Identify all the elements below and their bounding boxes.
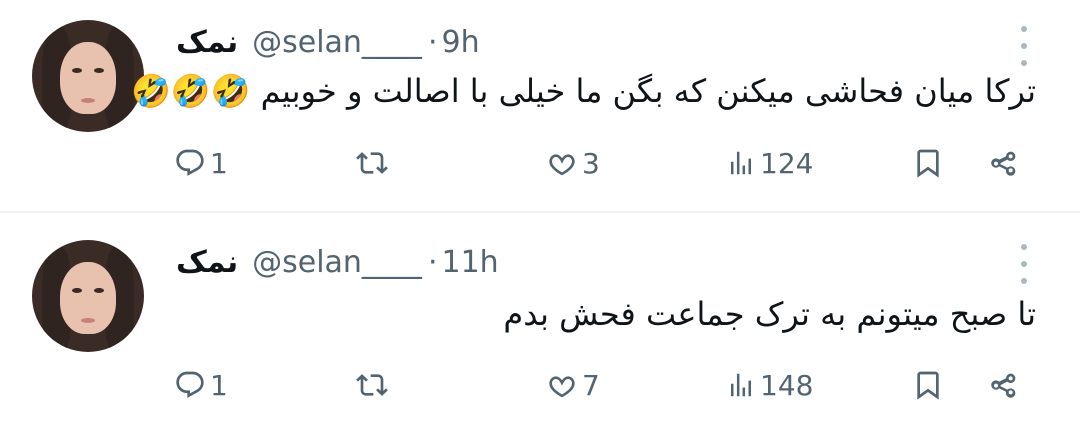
tweet[interactable]: نمک @selan____ · 9h ترکا میان فحاشی میکن… xyxy=(0,0,1080,212)
like-count: 3 xyxy=(582,146,600,180)
like-icon xyxy=(549,376,575,398)
avatar-eye xyxy=(72,288,82,293)
display-name[interactable]: نمک xyxy=(176,245,238,280)
share-icon xyxy=(991,373,1016,398)
retweet-button[interactable] xyxy=(356,138,392,188)
tweet[interactable]: نمک @selan____ · 11h تا صبح میتونم به تر… xyxy=(0,213,1080,425)
bookmark-icon xyxy=(917,149,939,178)
tweet-text: ترکا میان فحاشی میکنن که بگن ما خیلی با … xyxy=(130,72,1036,110)
like-count: 7 xyxy=(582,368,600,402)
reply-count: 1 xyxy=(210,146,228,180)
views-icon xyxy=(731,373,751,397)
like-button[interactable]: 3 xyxy=(546,138,600,188)
separator-dot: · xyxy=(427,244,438,280)
retweet-icon xyxy=(356,152,388,174)
avatar-lips xyxy=(81,98,95,103)
views-count: 148 xyxy=(760,368,814,402)
reply-icon xyxy=(176,371,204,398)
views-icon xyxy=(731,151,751,175)
tweet-text: تا صبح میتونم به ترک جماعت فحش بدم xyxy=(503,295,1036,333)
reply-button[interactable]: 1 xyxy=(174,138,228,188)
views-button[interactable]: 124 xyxy=(726,138,813,188)
retweet-button[interactable] xyxy=(356,360,392,410)
like-button[interactable]: 7 xyxy=(546,360,600,410)
tweet-actions: 1 7 148 xyxy=(0,360,1080,410)
user-handle[interactable]: @selan____ xyxy=(252,245,422,280)
avatar-eye xyxy=(94,288,104,293)
reply-count: 1 xyxy=(210,368,228,402)
more-options-icon[interactable] xyxy=(1012,26,1036,66)
views-count: 124 xyxy=(760,146,814,180)
more-options-icon[interactable] xyxy=(1012,244,1036,284)
retweet-icon xyxy=(356,374,388,396)
avatar[interactable] xyxy=(32,20,144,132)
tweet-header: نمک @selan____ · 11h xyxy=(176,240,499,284)
avatar-eye xyxy=(94,68,104,73)
separator-dot: · xyxy=(427,24,438,60)
avatar-lips xyxy=(81,318,95,323)
bookmark-button[interactable] xyxy=(912,138,944,188)
tweet-actions: 1 3 124 xyxy=(0,138,1080,188)
avatar-face xyxy=(60,42,116,114)
avatar[interactable] xyxy=(32,240,144,352)
avatar-face xyxy=(60,262,116,334)
like-icon xyxy=(549,154,575,176)
reply-button[interactable]: 1 xyxy=(174,360,228,410)
avatar-eye xyxy=(72,68,82,73)
share-icon xyxy=(991,151,1016,176)
views-button[interactable]: 148 xyxy=(726,360,813,410)
tweet-header: نمک @selan____ · 9h xyxy=(176,20,480,64)
display-name[interactable]: نمک xyxy=(176,25,238,60)
user-handle[interactable]: @selan____ xyxy=(252,25,422,60)
share-button[interactable] xyxy=(988,138,1020,188)
bookmark-icon xyxy=(917,371,939,400)
bookmark-button[interactable] xyxy=(912,360,944,410)
reply-icon xyxy=(176,149,204,176)
timestamp[interactable]: 9h xyxy=(441,25,479,60)
timestamp[interactable]: 11h xyxy=(441,245,498,280)
share-button[interactable] xyxy=(988,360,1020,410)
